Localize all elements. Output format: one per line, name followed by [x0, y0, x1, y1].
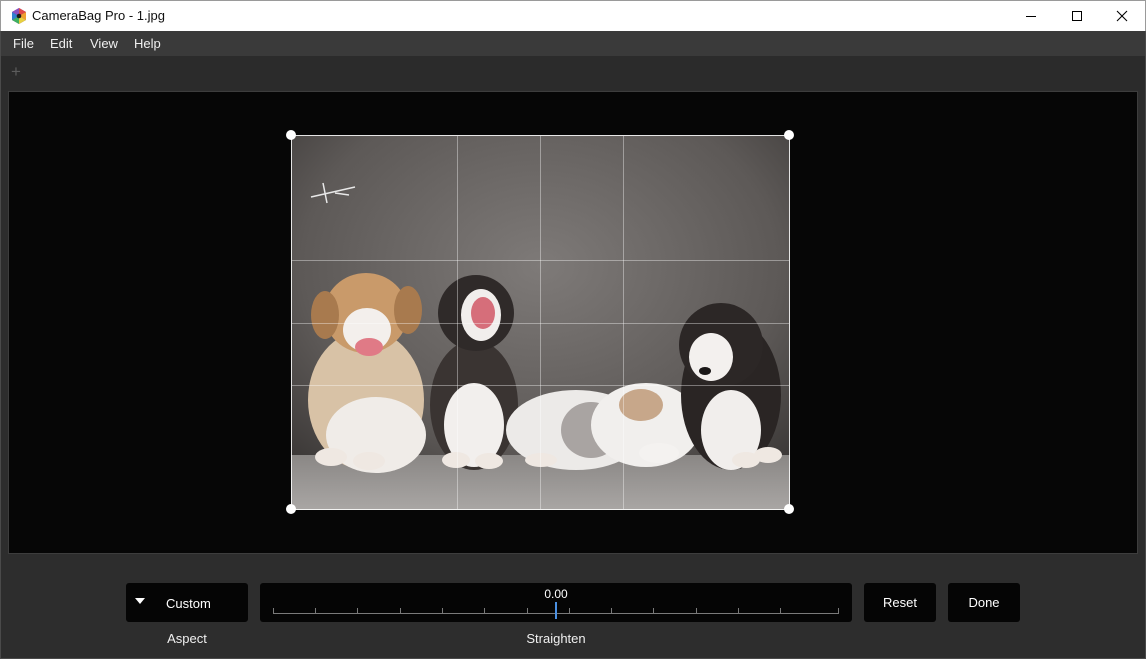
image-canvas[interactable]: [8, 91, 1138, 554]
slider-tick: [315, 608, 316, 613]
slider-tick: [569, 608, 570, 613]
slider-tick: [442, 608, 443, 613]
slider-tick: [838, 608, 839, 613]
title-bar: CameraBag Pro - 1.jpg: [0, 0, 1146, 31]
menu-view[interactable]: View: [90, 36, 118, 51]
straighten-caption: Straighten: [526, 631, 586, 646]
slider-tick: [527, 608, 528, 613]
slider-thumb[interactable]: [555, 602, 557, 619]
window-title: CameraBag Pro - 1.jpg: [32, 8, 165, 23]
reset-button[interactable]: Reset: [864, 583, 936, 622]
crop-handle-bottom-left[interactable]: [286, 504, 296, 514]
maximize-button[interactable]: [1054, 1, 1100, 31]
camerabag-logo-icon: [11, 8, 27, 24]
maximize-icon: [1071, 10, 1083, 22]
slider-tick: [696, 608, 697, 613]
menu-file[interactable]: File: [13, 36, 34, 51]
plus-icon[interactable]: +: [11, 63, 21, 80]
slider-tick: [780, 608, 781, 613]
aspect-dropdown[interactable]: Custom: [126, 583, 248, 622]
done-button[interactable]: Done: [948, 583, 1020, 622]
crop-grid-line: [292, 323, 789, 324]
aspect-caption: Aspect: [167, 631, 207, 646]
crop-frame[interactable]: [291, 135, 790, 510]
slider-tick: [611, 608, 612, 613]
menu-bar: File Edit View Help: [0, 31, 1146, 56]
menu-edit[interactable]: Edit: [50, 36, 72, 51]
triangle-down-icon: [135, 598, 145, 604]
minimize-button[interactable]: [1008, 1, 1054, 31]
slider-tick: [273, 608, 274, 613]
slider-tick: [738, 608, 739, 613]
slider-tick: [400, 608, 401, 613]
straighten-value: 0.00: [544, 587, 568, 601]
minimize-icon: [1025, 10, 1037, 22]
slider-tick: [484, 608, 485, 613]
close-icon: [1116, 10, 1128, 22]
menu-help[interactable]: Help: [134, 36, 161, 51]
slider-tick: [653, 608, 654, 613]
straighten-slider[interactable]: 0.00: [260, 583, 852, 622]
tab-strip: +: [0, 56, 1146, 90]
crop-grid-line: [292, 260, 789, 261]
crop-handle-top-right[interactable]: [784, 130, 794, 140]
crop-handle-bottom-right[interactable]: [784, 504, 794, 514]
close-button[interactable]: [1099, 1, 1145, 31]
slider-tick: [357, 608, 358, 613]
crop-handle-top-left[interactable]: [286, 130, 296, 140]
crop-grid-line: [292, 385, 789, 386]
aspect-value: Custom: [166, 596, 211, 611]
